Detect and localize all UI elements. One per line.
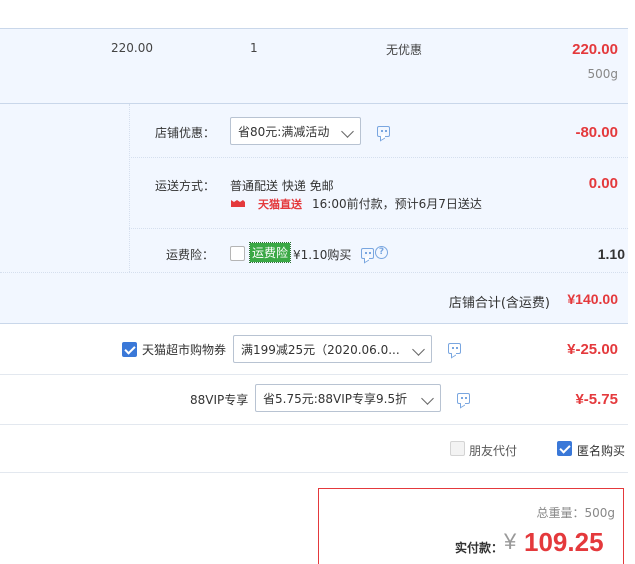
shop-total-amount: ¥140.00 [567, 291, 618, 307]
anonymous-checkbox[interactable] [557, 441, 572, 456]
anonymous-label: 匿名购买 [577, 444, 626, 458]
shop-promo-amount: -80.00 [575, 124, 618, 141]
total-weight: 总重量：500g [536, 504, 615, 521]
coupon-select[interactable]: 满199减25元（2020.06.0... [233, 335, 432, 363]
divider [129, 157, 628, 158]
currency-symbol: ¥ [504, 529, 517, 554]
message-icon[interactable] [448, 343, 461, 354]
message-icon[interactable] [361, 248, 374, 259]
shop-promo-label: 店铺优惠： [155, 126, 216, 140]
insurance-tag: 运费险 [248, 242, 292, 263]
shop-total-row: 店铺合计(含运费) ¥140.00 [0, 272, 628, 324]
shipping-eta: 16:00前付款，预计6月7日送达 [312, 197, 482, 211]
friend-pay-label: 朋友代付 [469, 444, 518, 458]
unit-price: 220.00 [111, 41, 153, 55]
payment-summary-box: 总重量：500g 实付款： ¥ 109.25 [318, 488, 624, 564]
coupon-amount: ¥-25.00 [567, 341, 618, 358]
discount-text: 无优惠 [386, 43, 423, 57]
order-item-row: 220.00 1 无优惠 220.00 500g [0, 28, 628, 104]
total-weight-label: 总重量： [536, 506, 585, 520]
chevron-down-icon [421, 392, 434, 405]
insurance-amount: 1.10 [597, 246, 625, 262]
vip-amount: ¥-5.75 [575, 391, 618, 408]
insurance-label: 运费险： [166, 248, 215, 262]
shop-promo-select[interactable]: 省80元:满减活动 [230, 117, 361, 145]
message-icon[interactable] [457, 393, 470, 404]
tmall-direct-badge: 天猫直送 [258, 198, 302, 211]
vip-select[interactable]: 省5.75元:88VIP专享9.5折 [255, 384, 441, 412]
chevron-down-icon [341, 125, 354, 138]
coupon-checkbox[interactable] [122, 342, 137, 357]
shop-section-left [0, 104, 129, 272]
item-weight: 500g [587, 67, 618, 81]
divider [0, 472, 628, 473]
chevron-down-icon [412, 343, 425, 356]
item-subtotal: 220.00 [572, 41, 618, 58]
shipping-amount: 0.00 [588, 175, 618, 192]
insurance-price: ¥1.10购买 [293, 248, 352, 262]
friend-pay-checkbox[interactable] [450, 441, 465, 456]
coupon-select-value: 满199减25元（2020.06.0... [241, 342, 400, 357]
shipping-label: 运送方式： [155, 179, 216, 193]
shop-promo-select-value: 省80元:满减活动 [238, 124, 330, 139]
vip-label: 88VIP专享 [190, 393, 249, 407]
help-icon[interactable]: ? [375, 246, 388, 259]
quantity: 1 [250, 41, 258, 55]
insurance-checkbox[interactable] [230, 246, 245, 261]
tmall-logo-icon [230, 197, 246, 207]
coupon-label: 天猫超市购物券 [142, 343, 227, 357]
total-weight-value: 500g [584, 506, 615, 520]
pay-amount: 109.25 [524, 527, 604, 557]
divider [0, 374, 628, 375]
pay-label: 实付款： [455, 541, 504, 555]
vip-select-value: 省5.75元:88VIP专享9.5折 [263, 391, 408, 406]
divider [129, 228, 628, 229]
message-icon[interactable] [377, 126, 390, 137]
divider [0, 424, 628, 425]
shop-total-label: 店铺合计(含运费) [448, 296, 550, 311]
shipping-method: 普通配送 快递 免邮 [230, 179, 334, 193]
